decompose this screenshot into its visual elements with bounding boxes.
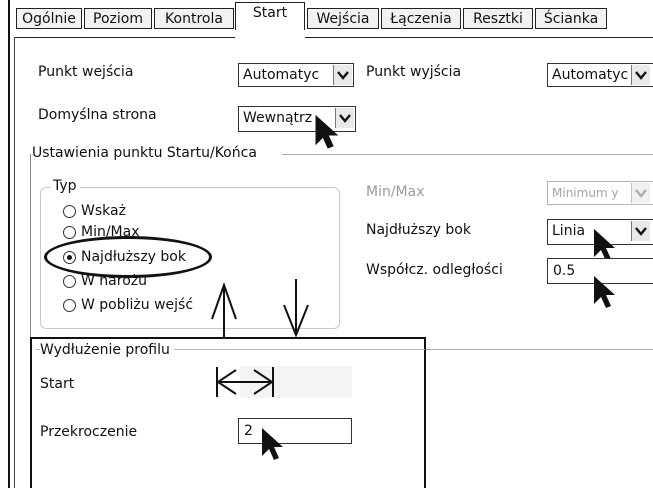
extension-frame: [30, 337, 426, 488]
tab-label: Poziom: [93, 11, 143, 27]
default-side-label: Domyślna strona: [38, 107, 157, 123]
dropdown-arrow-icon[interactable]: [631, 65, 650, 85]
type-group-title: Typ: [50, 178, 80, 194]
exit-point-select[interactable]: Automatyc: [547, 63, 653, 87]
minmax-label: Min/Max: [366, 184, 425, 200]
left-edge-line: [8, 0, 10, 488]
tab-poziom[interactable]: Poziom: [84, 8, 152, 29]
exit-point-label: Punkt wyjścia: [366, 64, 462, 80]
exit-point-value: Automatyc: [552, 67, 629, 83]
tab-kontrola[interactable]: Kontrola: [154, 8, 234, 29]
radio-label: Wskaż: [81, 203, 126, 219]
extension-title: Wydłużenie profilu: [40, 342, 174, 358]
tab-label: Resztki: [473, 11, 523, 27]
minmax-value: Minimum y: [552, 186, 619, 200]
dropdown-arrow-icon[interactable]: [631, 221, 650, 241]
start-end-section-title: Ustawienia punktu Startu/Końca: [32, 145, 257, 161]
tab-baseline-left: [14, 37, 235, 38]
tab-label: Start: [252, 5, 288, 21]
dropdown-arrow-icon[interactable]: [631, 183, 650, 203]
default-side-value: Wewnątrz: [243, 110, 313, 126]
tab-label: Łączenia: [390, 11, 452, 27]
radio-label: W pobliżu wejść: [81, 297, 194, 313]
mouse-cursor-icon: [262, 428, 283, 460]
radio-button[interactable]: [63, 274, 76, 288]
distance-factor-value: 0.5: [553, 263, 576, 279]
tab-start[interactable]: Start: [235, 2, 305, 30]
dropdown-arrow-icon[interactable]: [333, 65, 352, 85]
panel-left-border: [14, 37, 15, 488]
extension-title-line-right: [232, 349, 425, 350]
tab-label: Ogólnie: [22, 11, 76, 27]
tab-ogolnie[interactable]: Ogólnie: [16, 8, 82, 29]
minmax-select[interactable]: Minimum y: [547, 181, 653, 205]
tab-resztki[interactable]: Resztki: [463, 8, 533, 29]
tab-strip: Ogólnie Poziom Kontrola Start Wejścia Łą…: [0, 0, 653, 38]
extension-start-label: Start: [40, 376, 75, 392]
radio-wskaz[interactable]: Wskaż: [63, 203, 126, 219]
selection-highlight-ellipse: [44, 236, 212, 278]
radio-button[interactable]: [63, 204, 76, 218]
longest-side-value: Linia: [552, 223, 586, 239]
distance-factor-label: Współcz. odległości: [366, 262, 503, 278]
tab-wejscia[interactable]: Wejścia: [307, 8, 379, 29]
tab-laczenia[interactable]: Łączenia: [381, 8, 461, 29]
tab-label: Kontrola: [165, 11, 223, 27]
section-divider-lower: [425, 349, 653, 350]
radio-button[interactable]: [63, 225, 76, 239]
longest-side-label: Najdłuższy bok: [366, 222, 471, 238]
mouse-cursor-icon: [594, 276, 615, 308]
entry-point-select[interactable]: Automatyc: [238, 63, 354, 87]
mouse-cursor-icon: [315, 114, 339, 149]
double-arrow-icon: [216, 367, 274, 397]
section-left-line: [30, 154, 31, 344]
tab-scianka[interactable]: Ścianka: [535, 8, 607, 29]
radio-button[interactable]: [63, 298, 76, 312]
entry-point-value: Automatyc: [243, 67, 320, 83]
tab-label: Wejścia: [316, 11, 370, 27]
entry-point-label: Punkt wejścia: [38, 64, 134, 80]
extension-overrun-input[interactable]: 2: [238, 418, 352, 444]
section-divider: [282, 154, 653, 155]
pointer-arrow-icon: [211, 279, 309, 338]
extension-overrun-value: 2: [244, 423, 253, 439]
tab-label: Ścianka: [543, 11, 599, 27]
radio-near-entry[interactable]: W pobliżu wejść: [63, 297, 193, 313]
extension-overrun-label: Przekroczenie: [40, 424, 138, 440]
tab-baseline-right: [305, 37, 653, 38]
